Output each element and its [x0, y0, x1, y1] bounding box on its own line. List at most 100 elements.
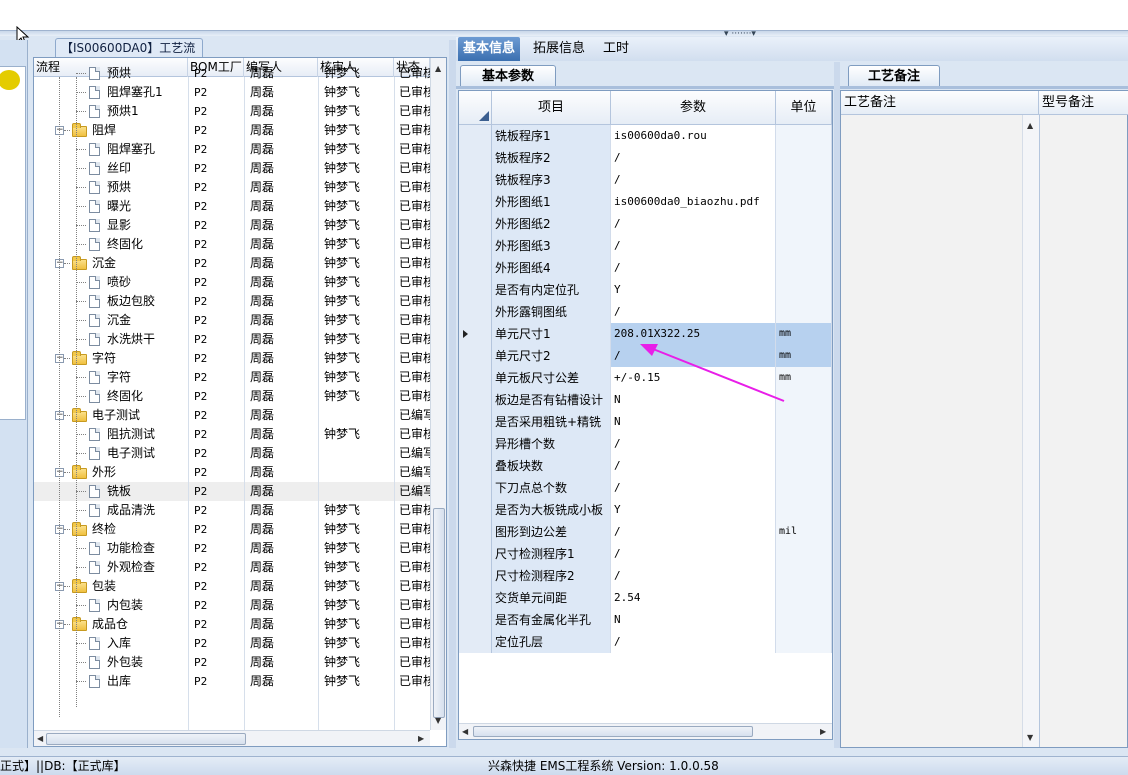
param-value[interactable]: /	[611, 301, 776, 323]
param-row[interactable]: 尺寸检测程序2/	[459, 565, 832, 587]
param-unit[interactable]	[776, 147, 832, 169]
tree-row[interactable]: 显影 P2 周磊 钟梦飞 已审核	[34, 216, 430, 235]
row-selector[interactable]	[459, 191, 492, 213]
tree-row[interactable]: 沉金 P2 周磊 钟梦飞 已审核	[34, 311, 430, 330]
param-unit[interactable]	[776, 411, 832, 433]
tree-row[interactable]: 成品清洗 P2 周磊 钟梦飞 已审核	[34, 501, 430, 520]
tree-row[interactable]: 水洗烘干 P2 周磊 钟梦飞 已审核	[34, 330, 430, 349]
top-splitter-bar[interactable]	[0, 30, 1128, 36]
param-value[interactable]: /	[611, 631, 776, 653]
tree-vertical-scrollbar[interactable]: ▲ ▼	[430, 58, 446, 730]
tree-row[interactable]: −字符P2周磊钟梦飞已审核	[34, 349, 430, 368]
param-value[interactable]: N	[611, 411, 776, 433]
row-selector[interactable]	[459, 543, 492, 565]
tab-work-hours[interactable]: 工时	[598, 37, 634, 61]
process-notes-panel[interactable]: 工艺备注 型号备注 ▲ ▼	[840, 90, 1128, 748]
tree-row[interactable]: −电子测试P2周磊已编写	[34, 406, 430, 425]
process-flow-tree[interactable]: 流程 BOM工厂 编写人 核审人 状态 预烘P2周磊钟梦飞已审核阻焊塞孔1P2周…	[33, 57, 447, 747]
row-selector[interactable]	[459, 389, 492, 411]
param-row[interactable]: 外形图纸2/	[459, 213, 832, 235]
tree-row[interactable]: 内包装 P2 周磊 钟梦飞 已审核	[34, 596, 430, 615]
tree-row[interactable]: 铣板 P2 周磊 已编写	[34, 482, 430, 501]
param-row[interactable]: 外形图纸4/	[459, 257, 832, 279]
param-value[interactable]: /	[611, 565, 776, 587]
scroll-left-icon[interactable]: ◀	[37, 734, 43, 744]
row-selector[interactable]	[459, 631, 492, 653]
tree-vscroll-thumb[interactable]	[433, 508, 445, 718]
param-row[interactable]: 外形图纸1 is00600da0_biaozhu.pdf	[459, 191, 832, 213]
tab-process-notes[interactable]: 工艺备注	[848, 65, 940, 87]
tree-row[interactable]: 出库 P2 周磊 钟梦飞 已审核	[34, 672, 430, 691]
tree-row[interactable]: −成品仓P2周磊钟梦飞已审核	[34, 615, 430, 634]
tree-row[interactable]: −阻焊P2周磊钟梦飞已审核	[34, 121, 430, 140]
param-row[interactable]: 外形露铜图纸 /	[459, 301, 832, 323]
tree-row[interactable]: 阻焊塞孔1 P2 周磊 钟梦飞 已审核	[34, 83, 430, 102]
notes-vertical-scrollbar[interactable]: ▲ ▼	[1022, 115, 1039, 747]
param-unit[interactable]	[776, 301, 832, 323]
param-row[interactable]: 异形槽个数 /	[459, 433, 832, 455]
param-unit[interactable]	[776, 631, 832, 653]
param-row[interactable]: 下刀点总个数 /	[459, 477, 832, 499]
row-selector[interactable]	[459, 345, 492, 367]
row-selector[interactable]	[459, 301, 492, 323]
param-unit[interactable]	[776, 543, 832, 565]
param-row[interactable]: 铣板程序3/	[459, 169, 832, 191]
row-selector[interactable]	[459, 213, 492, 235]
grid-hscroll-thumb[interactable]	[473, 726, 753, 737]
param-value[interactable]: /	[611, 433, 776, 455]
param-value[interactable]: is00600da0_biaozhu.pdf	[611, 191, 776, 213]
tree-row[interactable]: 入库 P2 周磊 钟梦飞 已审核	[34, 634, 430, 653]
param-value[interactable]: /	[611, 257, 776, 279]
param-unit[interactable]	[776, 455, 832, 477]
tree-row[interactable]: 功能检查 P2 周磊 钟梦飞 已审核	[34, 539, 430, 558]
tree-row[interactable]: 丝印 P2 周磊 钟梦飞 已审核	[34, 159, 430, 178]
header-process-notes[interactable]: 工艺备注	[841, 91, 1039, 115]
param-unit[interactable]	[776, 235, 832, 257]
param-row[interactable]: 外形图纸3/	[459, 235, 832, 257]
basic-params-grid[interactable]: 项目 参数 单位 铣板程序1 is00600da0.rou 铣板程序2/铣板程序3/…	[458, 90, 833, 740]
scroll-down-icon[interactable]: ▼	[435, 716, 441, 726]
tree-row[interactable]: 预烘1 P2 周磊 钟梦飞 已审核	[34, 102, 430, 121]
row-selector[interactable]	[459, 169, 492, 191]
param-row[interactable]: 是否采用粗铣+精铣 N	[459, 411, 832, 433]
tree-row[interactable]: 板边包胶 P2 周磊 钟梦飞 已审核	[34, 292, 430, 311]
row-selector[interactable]	[459, 521, 492, 543]
row-selector[interactable]	[459, 147, 492, 169]
header-unit[interactable]: 单位	[776, 91, 832, 125]
param-value[interactable]: N	[611, 609, 776, 631]
row-selector[interactable]	[459, 367, 492, 389]
row-selector[interactable]	[459, 565, 492, 587]
param-value[interactable]: is00600da0.rou	[611, 125, 776, 147]
param-row[interactable]: 叠板块数 /	[459, 455, 832, 477]
param-unit[interactable]	[776, 169, 832, 191]
param-value[interactable]: /	[611, 521, 776, 543]
param-value[interactable]: /	[611, 543, 776, 565]
row-selector[interactable]	[459, 433, 492, 455]
param-row[interactable]: 铣板程序2/	[459, 147, 832, 169]
scroll-left-icon[interactable]: ◀	[462, 727, 468, 737]
scroll-up-icon[interactable]: ▲	[1027, 121, 1033, 131]
row-selector[interactable]	[459, 455, 492, 477]
param-unit[interactable]	[776, 257, 832, 279]
row-selector[interactable]	[459, 279, 492, 301]
tree-row[interactable]: 阻抗测试 P2 周磊 钟梦飞 已审核	[34, 425, 430, 444]
param-unit[interactable]	[776, 279, 832, 301]
param-unit[interactable]	[776, 125, 832, 147]
param-value[interactable]: Y	[611, 279, 776, 301]
row-selector[interactable]	[459, 125, 492, 147]
param-unit[interactable]	[776, 565, 832, 587]
row-selector[interactable]	[459, 587, 492, 609]
param-row[interactable]: 交货单元间距 2.54	[459, 587, 832, 609]
tree-row[interactable]: 终固化 P2 周磊 钟梦飞 已审核	[34, 387, 430, 406]
param-unit[interactable]	[776, 499, 832, 521]
tree-row[interactable]: 字符 P2 周磊 钟梦飞 已审核	[34, 368, 430, 387]
row-selector[interactable]	[459, 499, 492, 521]
tree-hscroll-thumb[interactable]	[46, 733, 246, 745]
param-row[interactable]: 图形到边公差 / mil	[459, 521, 832, 543]
tree-row[interactable]: −外形P2周磊已编写	[34, 463, 430, 482]
param-unit[interactable]	[776, 191, 832, 213]
param-row[interactable]: 定位孔层 /	[459, 631, 832, 653]
row-selector[interactable]	[459, 477, 492, 499]
param-unit[interactable]	[776, 213, 832, 235]
tree-horizontal-scrollbar[interactable]: ◀ ▶	[34, 730, 430, 746]
